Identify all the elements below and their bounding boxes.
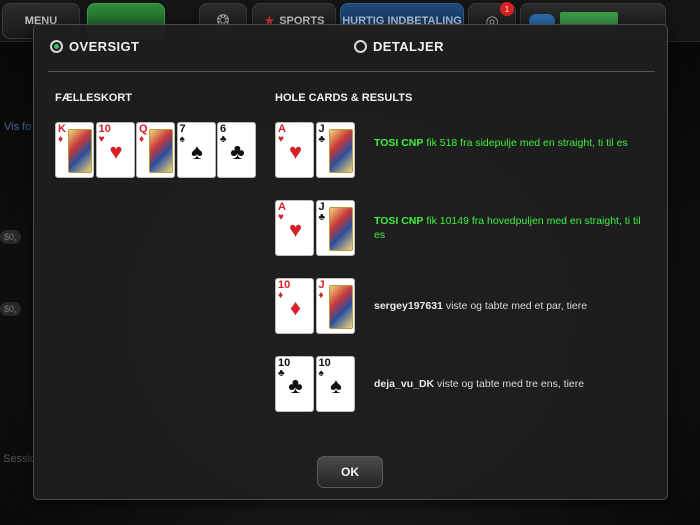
result-text: deja_vu_DK viste og tabte med tre ens, t… [374, 377, 646, 391]
playing-card: 6 ♣ ♣ [217, 122, 256, 178]
tab-oversigt-label: OVERSIGT [69, 39, 140, 54]
player-name: sergey197631 [374, 300, 443, 312]
player-name: TOSI CNP [374, 215, 424, 227]
playing-card: 10 ♠ ♠ [315, 356, 355, 412]
result-description: fik 518 fra sidepulje med en straight, t… [423, 137, 628, 149]
ok-button[interactable]: OK [317, 456, 383, 488]
face-card-art [149, 129, 173, 173]
result-description: viste og tabte med tre ens, tiere [434, 378, 585, 390]
card-pip-icon: ♣ [230, 139, 245, 164]
playing-card: Q ♦ [136, 122, 175, 178]
card-suit-icon: ♣ [318, 134, 326, 145]
notification-badge: 1 [500, 2, 514, 16]
playing-card: J ♣ [315, 200, 355, 256]
card-suit-icon: ♣ [318, 212, 326, 223]
tab-detaljer-label: DETALJER [373, 39, 444, 54]
hole-cards-heading: HOLE CARDS & RESULTS [275, 92, 413, 104]
result-text: TOSI CNP fik 518 fra sidepulje med en st… [374, 136, 646, 150]
face-card-art [328, 207, 353, 251]
hand-result-dialog: OVERSIGT DETALJER FÆLLESKORT HOLE CARDS … [33, 24, 668, 500]
card-suit-icon: ♦ [58, 134, 64, 145]
card-pip-icon: ♣ [288, 373, 303, 398]
seat-chip-2: $0, [0, 302, 21, 316]
playing-card: K ♦ [55, 122, 94, 178]
card-pip-icon: ♥ [288, 139, 303, 164]
face-card-art [328, 129, 353, 173]
card-pip-icon: ♠ [330, 373, 342, 398]
poker-table-screen: MENU ❂ ★ SPORTS HURTIG INDBETALING ◎ 1 Vi… [0, 0, 700, 525]
playing-card: 10 ♦ ♦ [275, 278, 314, 334]
player-name: TOSI CNP [374, 137, 424, 149]
playing-card: A ♥ ♥ [275, 200, 314, 256]
playing-card: 10 ♣ ♣ [275, 356, 314, 412]
seat-chip-1: $0, [0, 230, 21, 244]
card-pip-icon: ♠ [191, 139, 203, 164]
playing-card: 10 ♥ ♥ [95, 122, 135, 178]
playing-card: J ♦ [315, 278, 355, 334]
playing-card: A ♥ ♥ [275, 122, 314, 178]
show-link[interactable]: Vis fo [4, 121, 31, 133]
card-pip-icon: ♥ [109, 139, 123, 164]
card-pip-icon: ♦ [289, 295, 302, 320]
playing-card: J ♣ [315, 122, 355, 178]
tab-divider [48, 71, 655, 72]
radio-selected-icon [50, 40, 63, 53]
tab-oversigt[interactable]: OVERSIGT [50, 39, 139, 54]
tab-detaljer[interactable]: DETALJER [354, 39, 444, 54]
board-heading: FÆLLESKORT [55, 92, 132, 104]
radio-unselected-icon [354, 40, 367, 53]
result-description: viste og tabte med et par, tiere [442, 300, 588, 312]
card-pip-icon: ♥ [288, 217, 303, 242]
card-suit-icon: ♦ [139, 134, 145, 145]
card-suit-icon: ♦ [318, 290, 324, 301]
result-text: sergey197631 viste og tabte med et par, … [374, 299, 646, 313]
ok-label: OK [341, 465, 359, 479]
session-label: Sessio [3, 453, 37, 465]
face-card-art [328, 285, 353, 329]
result-text: TOSI CNP fik 10149 fra hovedpuljen med e… [374, 214, 646, 242]
view-tabs: OVERSIGT DETALJER [34, 25, 667, 73]
player-name: deja_vu_DK [374, 378, 435, 390]
playing-card: 7 ♠ ♠ [176, 122, 216, 178]
face-card-art [68, 129, 92, 173]
